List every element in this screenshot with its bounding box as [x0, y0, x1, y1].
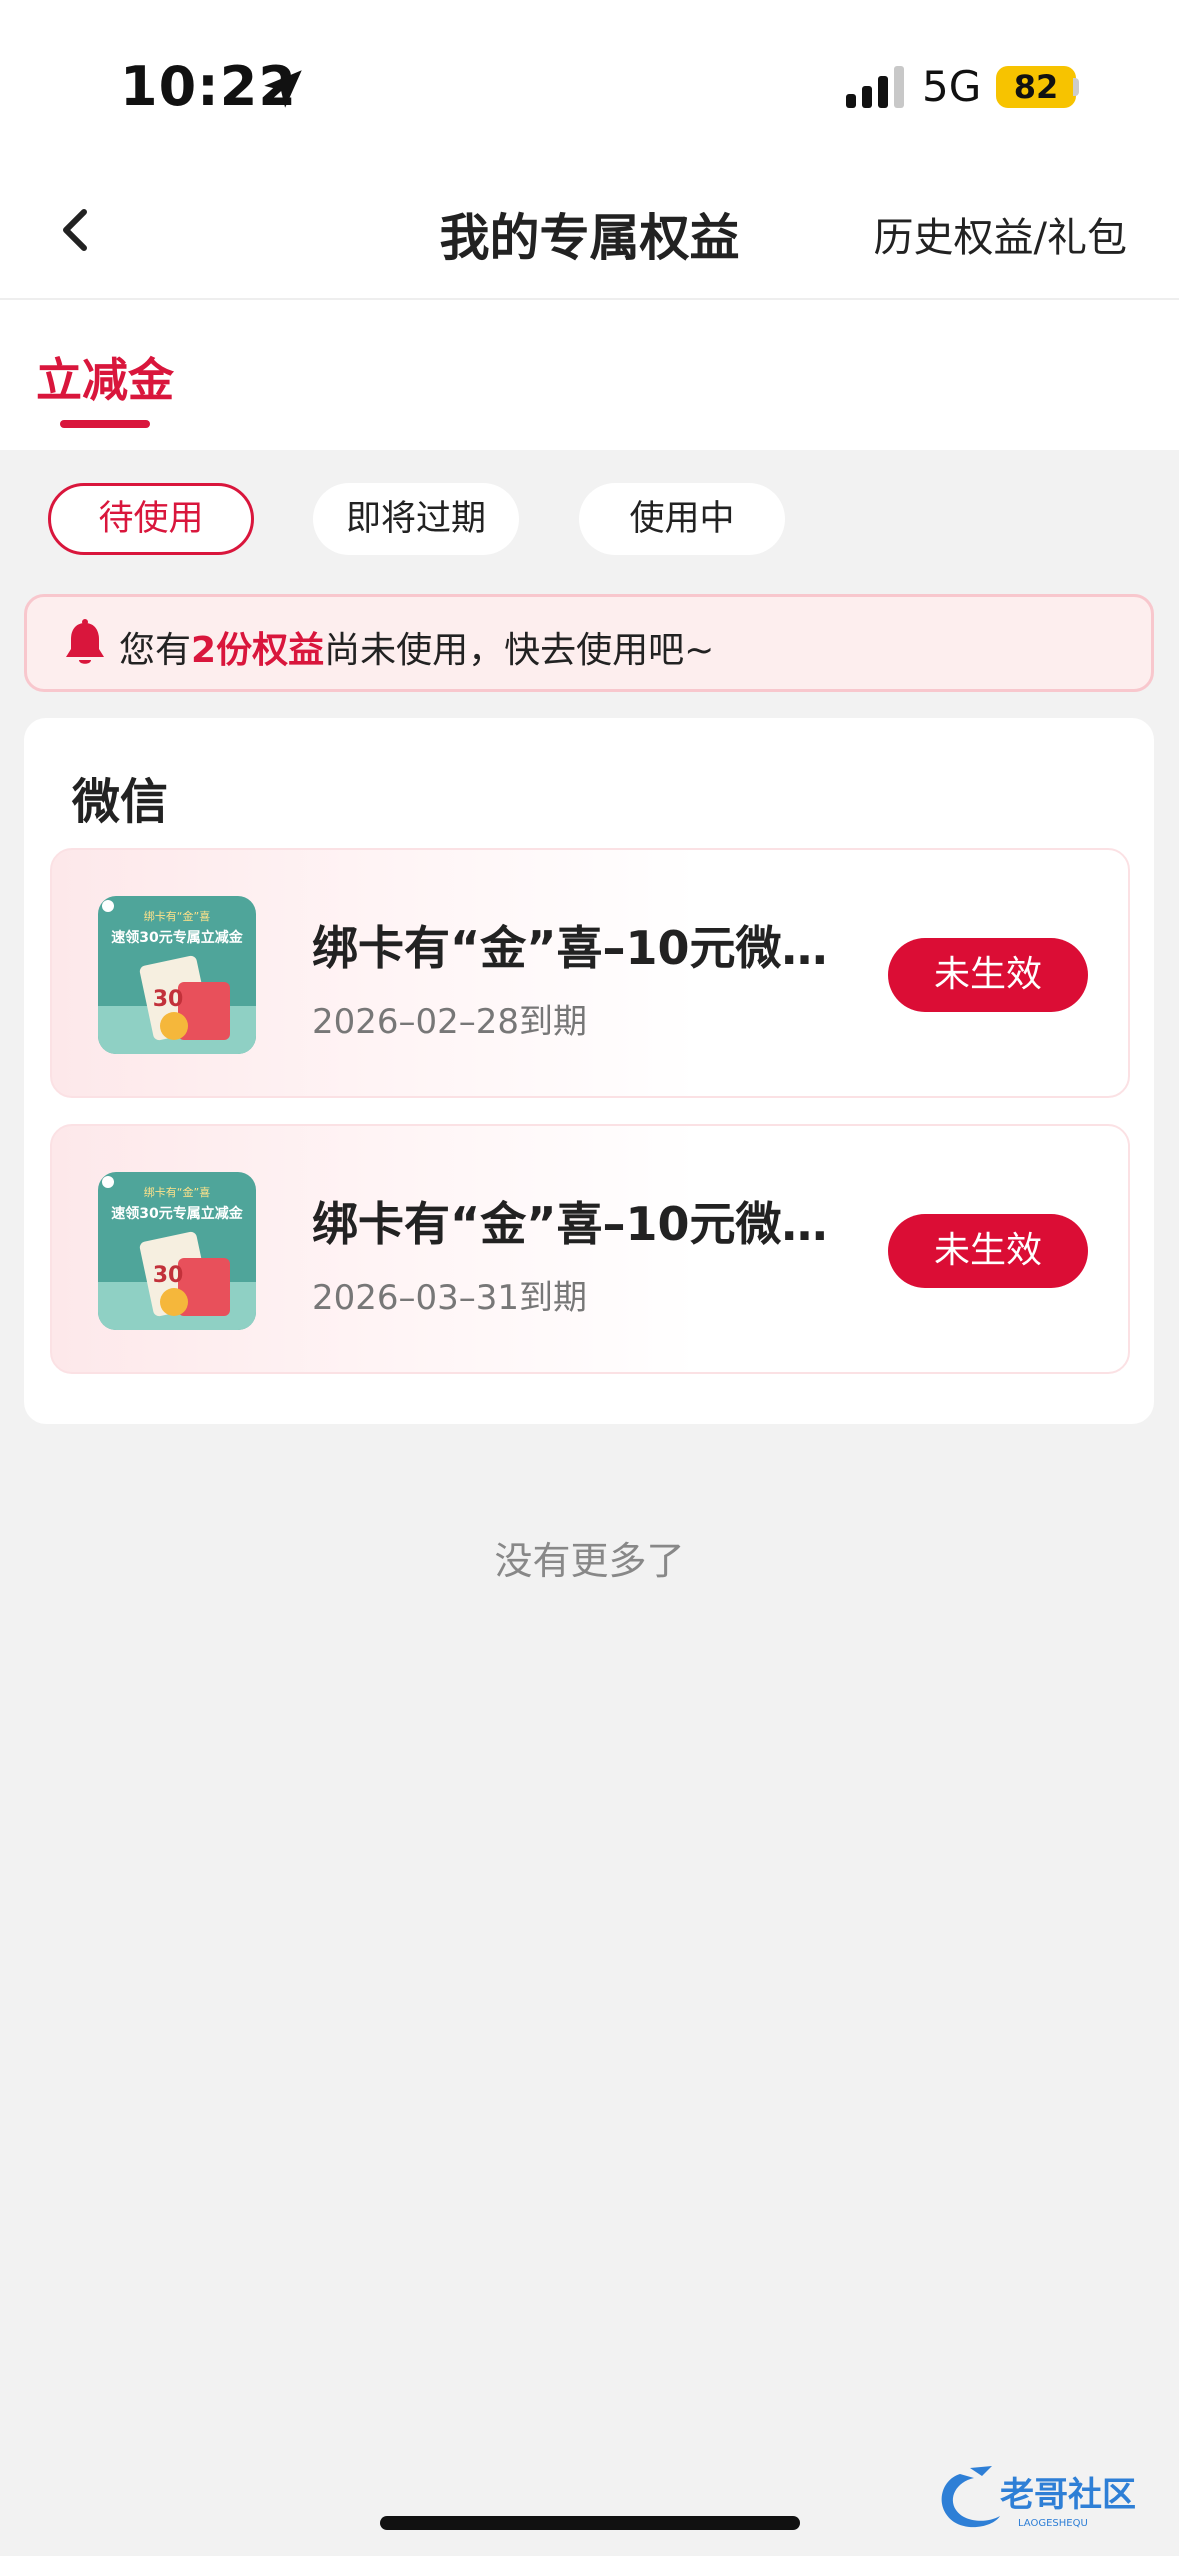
coupon-card[interactable]: 绑卡有“金”喜 速领30元专属立减金 30 绑卡有“金”喜–10元微… 2026…: [50, 848, 1130, 1098]
thumb-headline: 绑卡有“金”喜: [144, 1185, 210, 1199]
watermark-logo: 老哥社区 LAOGESHEQU: [941, 2466, 1136, 2529]
no-more-text: 没有更多了: [494, 1539, 685, 1583]
home-indicator: [380, 2516, 800, 2530]
filter-pending[interactable]: 待使用: [48, 483, 254, 555]
notice-suffix: 尚未使用，快去使用吧~: [324, 630, 715, 671]
thumb-line: 速领30元专属立减金: [111, 929, 243, 946]
battery-tip: [1073, 78, 1079, 96]
location-arrow-icon: [264, 70, 302, 108]
coupon-thumbnail: 绑卡有“金”喜 速领30元专属立减金 30: [98, 1172, 256, 1330]
filter-in-use[interactable]: 使用中: [579, 483, 785, 555]
thumb-amount: 30: [153, 1263, 184, 1288]
bell-icon: [66, 619, 104, 664]
thumb-amount: 30: [153, 987, 184, 1012]
tab-instant-discount[interactable]: 立减金: [36, 344, 174, 410]
battery-level: 82: [996, 66, 1076, 108]
notice-text: 您有2份权益尚未使用，快去使用吧~: [119, 621, 714, 673]
coupon-name: 绑卡有“金”喜–10元微…: [312, 921, 828, 975]
coupon-name: 绑卡有“金”喜–10元微…: [312, 1197, 828, 1251]
coupon-expiry: 2026–02–28到期: [312, 1002, 588, 1042]
nav-divider: [0, 298, 1179, 300]
network-type: 5G: [922, 62, 982, 111]
wechat-coupon-panel: 微信 绑卡有“金”喜 速领30元专属立减金 30 绑卡有“金”喜–10元微… 2…: [24, 718, 1154, 1424]
section-title: 微信: [72, 774, 169, 830]
thumb-line: 速领30元专属立减金: [111, 1205, 243, 1222]
watermark-sub: LAOGESHEQU: [1018, 2518, 1088, 2529]
thumb-headline: 绑卡有“金”喜: [144, 909, 210, 923]
cellular-signal-icon: [846, 66, 904, 108]
history-benefits-link[interactable]: 历史权益/礼包: [874, 205, 1127, 263]
notice-count: 2份权益: [191, 630, 325, 671]
watermark-text: 老哥社区: [1000, 2475, 1136, 2515]
notice-prefix: 您有: [119, 630, 192, 671]
coupon-status-button[interactable]: 未生效: [888, 938, 1088, 1012]
coupon-status-button[interactable]: 未生效: [888, 1214, 1088, 1288]
coupon-card[interactable]: 绑卡有“金”喜 速领30元专属立减金 30 绑卡有“金”喜–10元微… 2026…: [50, 1124, 1130, 1374]
tab-active-indicator: [60, 420, 150, 428]
filter-expiring[interactable]: 即将过期: [313, 483, 519, 555]
coupon-thumbnail: 绑卡有“金”喜 速领30元专属立减金 30: [98, 896, 256, 1054]
coupon-expiry: 2026–03–31到期: [312, 1278, 588, 1318]
header-area: 10:22 5G 82 我的专属权益 历史权益/礼包 立减金: [0, 0, 1179, 450]
unused-benefits-notice: 您有2份权益尚未使用，快去使用吧~: [24, 594, 1154, 692]
